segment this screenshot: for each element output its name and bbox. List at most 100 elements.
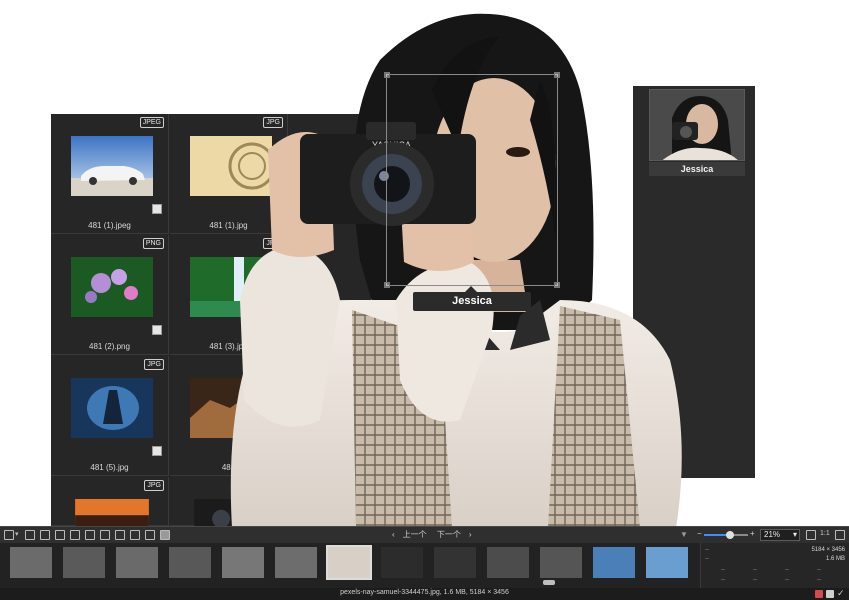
film-thumbnail[interactable]: [593, 547, 635, 578]
select-checkbox[interactable]: [271, 204, 281, 214]
prev-chevron-icon[interactable]: ‹: [392, 530, 395, 539]
face-tag-label[interactable]: Jessica: [413, 286, 531, 311]
grid-cell[interactable]: JPEG 481 (1).jpeg: [51, 114, 169, 234]
film-thumbnail[interactable]: [646, 547, 688, 578]
film-thumbnail[interactable]: [63, 547, 105, 578]
face-name-label[interactable]: Jessica: [649, 162, 745, 176]
waterfall-photo: [190, 257, 272, 317]
file-name: 481 (3).jpg: [209, 342, 248, 351]
file-type-badge: JPG: [144, 359, 164, 370]
info-label: --: [705, 547, 709, 553]
photo-viewer-window: JPEG 481 (1).jpeg JPG 481 (1).jpg PNG 48…: [0, 0, 849, 600]
face-detection-box[interactable]: [384, 72, 560, 288]
zoom-slider[interactable]: [704, 531, 748, 539]
film-thumbnail[interactable]: [275, 547, 317, 578]
film-thumbnail[interactable]: [10, 547, 52, 578]
film-thumbnail[interactable]: [487, 547, 529, 578]
file-type-badge: JPEG: [139, 117, 164, 128]
film-thumbnail[interactable]: [169, 547, 211, 578]
zoom-select[interactable]: 21% ▾: [760, 529, 800, 541]
info-label: --: [705, 556, 709, 562]
rotate-right-icon[interactable]: [40, 530, 50, 540]
zoom-out-icon[interactable]: −: [697, 529, 702, 538]
info-value: --: [785, 577, 789, 583]
file-type-badge: PNG: [142, 238, 164, 249]
select-checkbox[interactable]: [271, 325, 281, 335]
film-thumbnail[interactable]: [381, 547, 423, 578]
grid-icon[interactable]: [130, 530, 140, 540]
status-text: pexels-nay-samuel-3344475.jpg, 1.6 MB, 5…: [340, 589, 509, 596]
flowers-photo: [71, 257, 153, 317]
select-checkbox[interactable]: [152, 325, 162, 335]
file-name: 481 (2).png: [89, 342, 130, 351]
filter-triangle-icon[interactable]: ▼: [680, 530, 688, 539]
info-value: --: [817, 567, 821, 573]
resize-handle[interactable]: [384, 72, 390, 78]
bottom-toolbar: ▾ ‹ 上一个 下一个 › ▼ − + 21% ▾ 1:1: [0, 526, 849, 543]
crop-icon[interactable]: [55, 530, 65, 540]
info-value: --: [753, 577, 757, 583]
film-thumbnail-selected[interactable]: [326, 545, 372, 580]
select-checkbox[interactable]: [152, 204, 162, 214]
resize-handle[interactable]: [554, 282, 560, 288]
info-value: --: [785, 567, 789, 573]
status-bar: pexels-nay-samuel-3344475.jpg, 1.6 MB, 5…: [0, 588, 849, 600]
file-name: 481 (1).jpg: [209, 221, 248, 230]
flag-icon[interactable]: [826, 590, 834, 598]
fullscreen-icon[interactable]: [835, 530, 845, 540]
export-icon[interactable]: [4, 530, 14, 540]
info-value: --: [817, 577, 821, 583]
image-dimensions: 5184 × 3456: [811, 547, 845, 553]
file-type-badge: JPG: [144, 480, 164, 491]
info-value: --: [721, 577, 725, 583]
navigation: ‹ 上一个 下一个 ›: [388, 529, 476, 540]
film-thumbnail[interactable]: [434, 547, 476, 578]
grid-cell[interactable]: JPG 481 (3).jpg: [170, 235, 288, 355]
file-type-badge: JPG: [263, 117, 283, 128]
rotate-left-icon[interactable]: [25, 530, 35, 540]
zoom-in-icon[interactable]: +: [750, 529, 755, 538]
face-tag-icon[interactable]: [160, 530, 170, 540]
list-icon[interactable]: [115, 530, 125, 540]
edit-icon[interactable]: [85, 530, 95, 540]
check-icon[interactable]: ✓: [837, 588, 845, 599]
face-photo: [650, 90, 744, 160]
zoom-slider-handle[interactable]: [726, 531, 735, 539]
resize-handle[interactable]: [384, 282, 390, 288]
slideshow-icon[interactable]: [70, 530, 80, 540]
grid-cell[interactable]: 481: [170, 356, 288, 476]
face-thumbnail[interactable]: [649, 89, 745, 161]
grid-cell[interactable]: PNG 481 (2).png: [51, 235, 169, 355]
resize-handle[interactable]: [554, 72, 560, 78]
zoom-fit-icon[interactable]: [806, 530, 816, 540]
film-thumbnail[interactable]: [116, 547, 158, 578]
prev-button[interactable]: 上一个: [403, 530, 427, 539]
actual-size-button[interactable]: 1:1: [820, 530, 830, 537]
grid-cell[interactable]: JPG 481 (1).jpg: [170, 114, 288, 234]
file-name: 481 (5).jpg: [90, 463, 129, 472]
filmstrip-scrollbar[interactable]: [543, 580, 555, 585]
next-button[interactable]: 下一个: [437, 530, 461, 539]
file-type-badge: [277, 359, 283, 361]
film-thumbnail[interactable]: [222, 547, 264, 578]
color-label-icon[interactable]: [815, 590, 823, 598]
grid-cell[interactable]: JPG 481 (5).jpg: [51, 356, 169, 476]
next-chevron-icon[interactable]: ›: [469, 530, 472, 539]
chevron-down-icon: ▾: [792, 530, 797, 539]
stamp-photo: [190, 136, 272, 196]
adjust-icon[interactable]: [100, 530, 110, 540]
info-value: --: [721, 567, 725, 573]
grid-cell[interactable]: JPG: [51, 477, 169, 526]
rocks-photo: [190, 378, 272, 438]
face-list-panel: Jessica: [633, 86, 755, 478]
file-type-badge: JPG: [263, 238, 283, 249]
zoom-value: 21%: [764, 530, 781, 539]
select-checkbox[interactable]: [152, 446, 162, 456]
grid-cell[interactable]: [170, 477, 288, 526]
filter-icon[interactable]: [145, 530, 155, 540]
info-value: --: [753, 567, 757, 573]
file-name: 481 (1).jpeg: [88, 221, 131, 230]
info-panel: -- 5184 × 3456 -- 1.6 MB -- -- -- -- -- …: [700, 543, 849, 588]
chevron-down-icon[interactable]: ▾: [15, 530, 19, 538]
film-thumbnail[interactable]: [540, 547, 582, 578]
